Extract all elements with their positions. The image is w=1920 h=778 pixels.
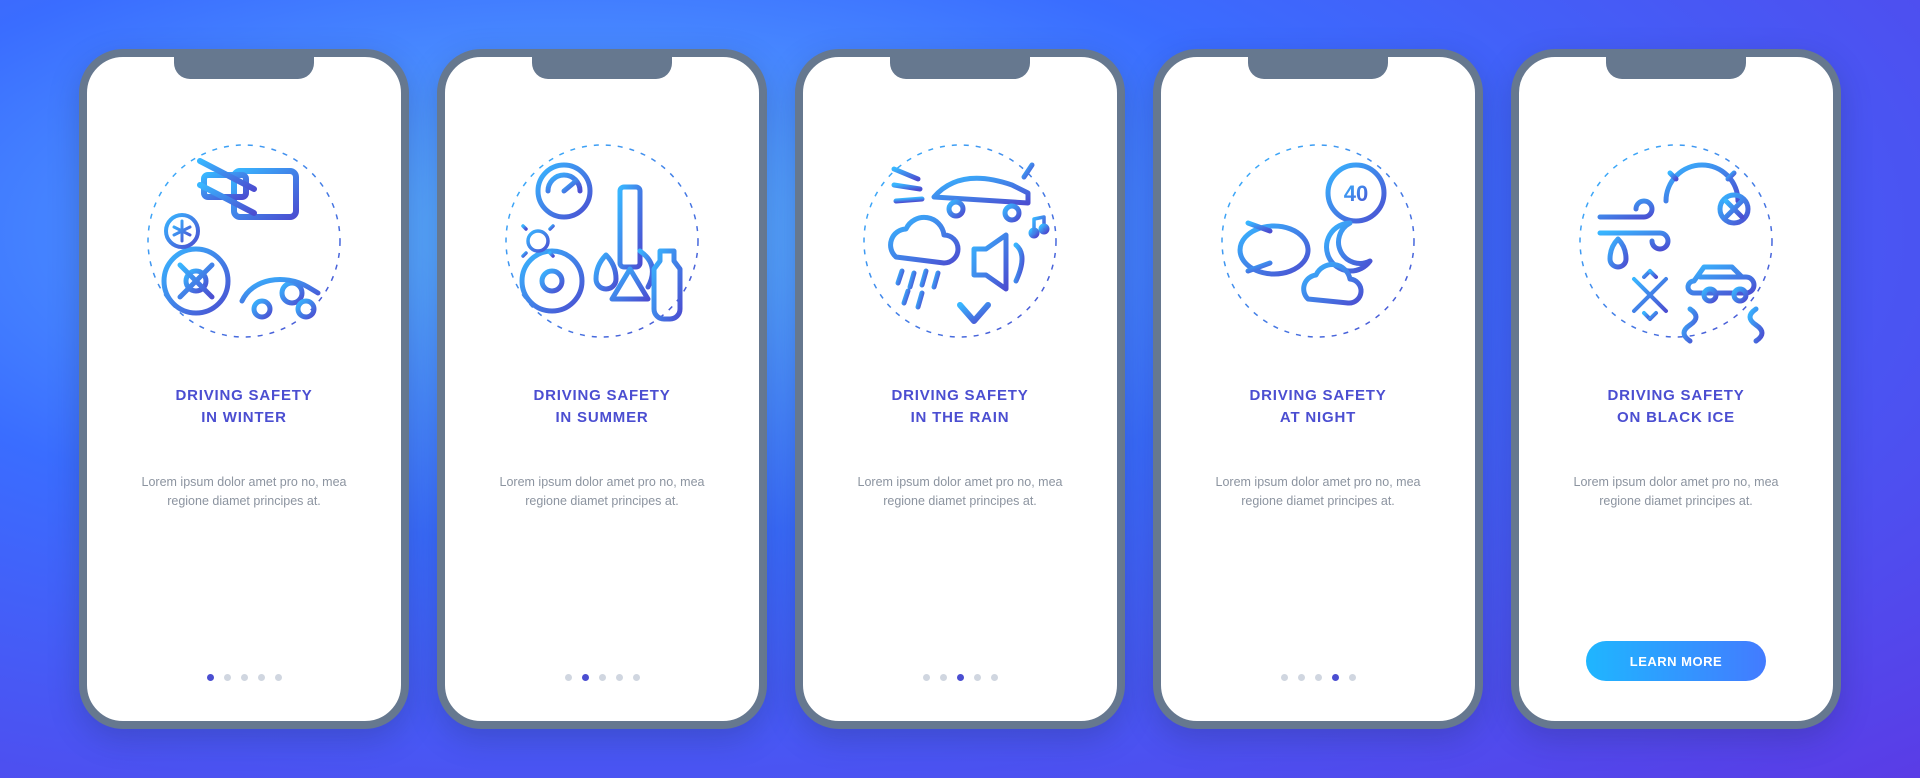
page-dot[interactable] bbox=[582, 674, 589, 681]
screen-body: Lorem ipsum dolor amet pro no, mea regio… bbox=[115, 473, 373, 512]
summer-driving-icon bbox=[492, 131, 712, 351]
phone-notch bbox=[1606, 57, 1746, 79]
page-dot[interactable] bbox=[207, 674, 214, 681]
screen-title: DRIVING SAFETY IN WINTER bbox=[175, 385, 312, 429]
page-dot[interactable] bbox=[1315, 674, 1322, 681]
onboarding-screen-winter: DRIVING SAFETY IN WINTER Lorem ipsum dol… bbox=[79, 49, 409, 729]
screen-title: DRIVING SAFETY ON BLACK ICE bbox=[1607, 385, 1744, 429]
screen-title: DRIVING SAFETY AT NIGHT bbox=[1249, 385, 1386, 429]
page-dot[interactable] bbox=[1298, 674, 1305, 681]
page-dot[interactable] bbox=[1332, 674, 1339, 681]
page-dot[interactable] bbox=[923, 674, 930, 681]
screen-body: Lorem ipsum dolor amet pro no, mea regio… bbox=[831, 473, 1089, 512]
screen-body: Lorem ipsum dolor amet pro no, mea regio… bbox=[473, 473, 731, 512]
blackice-driving-icon bbox=[1566, 131, 1786, 351]
page-indicator bbox=[1281, 674, 1356, 693]
screen-title: DRIVING SAFETY IN SUMMER bbox=[533, 385, 670, 429]
onboarding-screen-rain: DRIVING SAFETY IN THE RAIN Lorem ipsum d… bbox=[795, 49, 1125, 729]
screen-body: Lorem ipsum dolor amet pro no, mea regio… bbox=[1547, 473, 1805, 512]
page-dot[interactable] bbox=[940, 674, 947, 681]
page-dot[interactable] bbox=[241, 674, 248, 681]
page-dot[interactable] bbox=[957, 674, 964, 681]
learn-more-button[interactable]: LEARN MORE bbox=[1586, 641, 1766, 681]
page-dot[interactable] bbox=[974, 674, 981, 681]
page-dot[interactable] bbox=[224, 674, 231, 681]
page-dot[interactable] bbox=[991, 674, 998, 681]
page-dot[interactable] bbox=[1349, 674, 1356, 681]
page-indicator bbox=[207, 674, 282, 693]
onboarding-screen-night: 40 DRIVING SAFETY AT NIGHT Lorem ipsum d… bbox=[1153, 49, 1483, 729]
page-dot[interactable] bbox=[258, 674, 265, 681]
svg-text:40: 40 bbox=[1344, 181, 1368, 206]
page-indicator bbox=[565, 674, 640, 693]
page-dot[interactable] bbox=[633, 674, 640, 681]
screen-body: Lorem ipsum dolor amet pro no, mea regio… bbox=[1189, 473, 1447, 512]
phone-notch bbox=[174, 57, 314, 79]
rain-driving-icon bbox=[850, 131, 1070, 351]
page-dot[interactable] bbox=[565, 674, 572, 681]
screen-title: DRIVING SAFETY IN THE RAIN bbox=[891, 385, 1028, 429]
night-driving-icon: 40 bbox=[1208, 131, 1428, 351]
page-dot[interactable] bbox=[599, 674, 606, 681]
page-indicator bbox=[923, 674, 998, 693]
page-dot[interactable] bbox=[1281, 674, 1288, 681]
onboarding-screen-summer: DRIVING SAFETY IN SUMMER Lorem ipsum dol… bbox=[437, 49, 767, 729]
winter-driving-icon bbox=[134, 131, 354, 351]
phone-notch bbox=[890, 57, 1030, 79]
page-dot[interactable] bbox=[616, 674, 623, 681]
phone-notch bbox=[1248, 57, 1388, 79]
phone-notch bbox=[532, 57, 672, 79]
page-dot[interactable] bbox=[275, 674, 282, 681]
onboarding-screen-blackice: DRIVING SAFETY ON BLACK ICE Lorem ipsum … bbox=[1511, 49, 1841, 729]
